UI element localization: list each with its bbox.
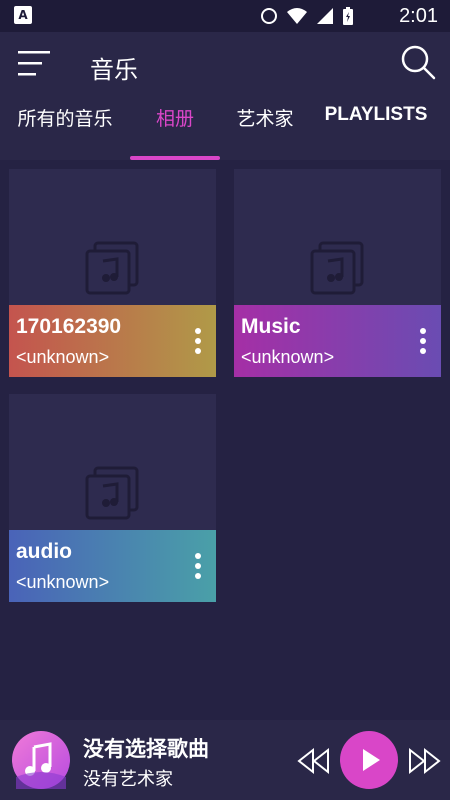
cell-signal-icon bbox=[317, 8, 333, 24]
album-card[interactable]: audio <unknown> bbox=[9, 394, 216, 602]
album-artist: <unknown> bbox=[241, 347, 335, 367]
album-artist: <unknown> bbox=[16, 572, 110, 592]
album-name: Music bbox=[241, 315, 301, 338]
tab-albums[interactable]: 相册 bbox=[130, 104, 220, 160]
menu-icon[interactable] bbox=[18, 48, 52, 78]
album-name: audio bbox=[16, 540, 72, 563]
now-playing-title: 没有选择歌曲 bbox=[83, 737, 209, 761]
more-vert-icon[interactable] bbox=[192, 327, 204, 355]
more-vert-icon[interactable] bbox=[192, 552, 204, 580]
skip-next-icon[interactable] bbox=[406, 746, 442, 776]
battery-icon bbox=[343, 7, 353, 25]
album-art bbox=[9, 169, 216, 305]
album-card[interactable]: Music <unknown> bbox=[234, 169, 441, 377]
now-playing-artist: 没有艺术家 bbox=[83, 769, 173, 790]
album-info: 170162390 <unknown> bbox=[9, 305, 216, 377]
album-art bbox=[234, 169, 441, 305]
tab-bar: 所有的音乐 相册 艺术家 PLAYLISTS bbox=[0, 104, 450, 160]
album-info: audio <unknown> bbox=[9, 530, 216, 602]
wifi-icon bbox=[287, 8, 307, 24]
now-playing-art bbox=[12, 731, 70, 789]
album-info: Music <unknown> bbox=[234, 305, 441, 377]
music-note-icon bbox=[85, 466, 139, 520]
tab-playlists[interactable]: PLAYLISTS bbox=[314, 104, 438, 160]
music-note-icon bbox=[85, 241, 139, 295]
tab-artists[interactable]: 艺术家 bbox=[222, 104, 308, 160]
play-icon bbox=[363, 749, 380, 771]
tab-all-music[interactable]: 所有的音乐 bbox=[4, 104, 126, 160]
album-name: 170162390 bbox=[16, 315, 122, 338]
skip-previous-icon[interactable] bbox=[296, 746, 332, 776]
status-bar: A 2:01 bbox=[0, 0, 450, 32]
album-art bbox=[9, 394, 216, 530]
app-bar: 音乐 bbox=[0, 32, 450, 104]
now-playing-bar[interactable]: 没有选择歌曲 没有艺术家 bbox=[0, 720, 450, 800]
music-note-icon bbox=[16, 742, 66, 789]
page-title: 音乐 bbox=[90, 56, 138, 84]
music-note-icon bbox=[310, 241, 364, 295]
album-artist: <unknown> bbox=[16, 347, 110, 367]
album-card[interactable]: 170162390 <unknown> bbox=[9, 169, 216, 377]
app-notification-icon: A bbox=[14, 6, 32, 24]
search-icon[interactable] bbox=[398, 42, 438, 82]
more-vert-icon[interactable] bbox=[417, 327, 429, 355]
status-time: 2:01 bbox=[399, 5, 438, 27]
status-icons bbox=[260, 6, 354, 26]
album-grid: 170162390 <unknown> Music <unknown> audi… bbox=[0, 160, 450, 720]
signal-circle-icon bbox=[261, 8, 277, 24]
play-button[interactable] bbox=[340, 731, 398, 789]
